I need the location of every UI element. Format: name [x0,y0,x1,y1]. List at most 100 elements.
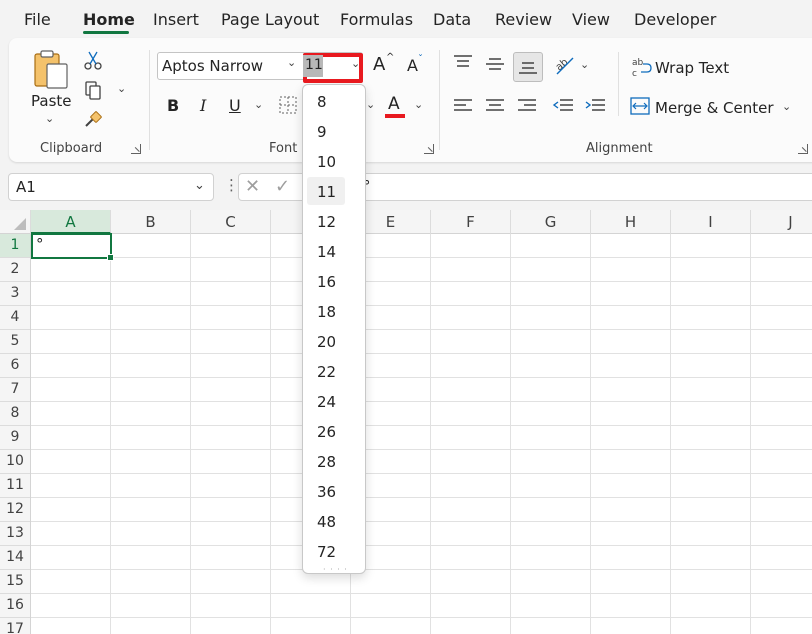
font-size-option-9[interactable]: 9 [307,117,345,145]
paste-label[interactable]: Paste [31,92,72,110]
merge-center-button[interactable]: Merge & Center [655,99,774,117]
tab-review[interactable]: Review [495,10,552,29]
row-header-13[interactable]: 13 [0,522,30,546]
format-painter-icon[interactable] [79,106,107,134]
tab-developer[interactable]: Developer [634,10,716,29]
merge-center-chevron-icon[interactable]: ⌄ [782,100,791,113]
row-header-9[interactable]: 9 [0,426,30,450]
confirm-entry-icon[interactable]: ✓ [275,176,290,197]
orientation-chevron-icon[interactable]: ⌄ [580,58,589,71]
tab-page-layout[interactable]: Page Layout [221,10,319,29]
resize-grip-icon[interactable]: · · · · [323,565,348,574]
align-left-icon[interactable] [453,98,473,114]
column-header-g[interactable]: G [511,210,591,234]
name-box-chevron-icon[interactable]: ⌄ [194,178,205,193]
align-right-icon[interactable] [517,98,537,114]
fill-color-chevron-icon[interactable]: ⌄ [366,98,375,111]
clipboard-launcher-icon[interactable] [131,144,141,154]
font-size-option-36[interactable]: 36 [307,477,345,505]
font-size-option-12[interactable]: 12 [307,207,345,235]
bold-button[interactable]: B [167,96,179,115]
align-bottom-icon[interactable] [513,52,543,82]
column-header-h[interactable]: H [591,210,671,234]
row-header-17[interactable]: 17 [0,618,30,634]
row-header-16[interactable]: 16 [0,594,30,618]
cells-area[interactable] [31,234,812,634]
cut-icon[interactable] [79,46,107,74]
paste-icon[interactable] [33,48,71,90]
tab-view[interactable]: View [572,10,610,29]
row-header-14[interactable]: 14 [0,546,30,570]
underline-chevron-icon[interactable]: ⌄ [254,98,263,111]
font-size-option-22[interactable]: 22 [307,357,345,385]
wrap-text-button[interactable]: Wrap Text [655,59,729,77]
font-size-option-20[interactable]: 20 [307,327,345,355]
paste-chevron-icon[interactable]: ⌄ [45,112,54,125]
decrease-indent-icon[interactable] [552,98,574,114]
column-header-a[interactable]: A [31,210,111,234]
merge-center-icon[interactable] [630,97,650,115]
tab-data[interactable]: Data [433,10,471,29]
font-color-button[interactable]: A [388,94,400,114]
font-size-option-11[interactable]: 11 [307,177,345,205]
row-header-12[interactable]: 12 [0,498,30,522]
italic-button[interactable]: I [200,96,206,115]
tab-insert[interactable]: Insert [153,10,199,29]
font-size-value[interactable]: 11 [303,55,323,77]
font-color-chevron-icon[interactable]: ⌄ [414,98,423,111]
cancel-entry-icon[interactable]: ✕ [245,176,260,197]
font-name-combo[interactable]: Aptos Narrow [157,52,307,80]
row-header-6[interactable]: 6 [0,354,30,378]
column-header-b[interactable]: B [111,210,191,234]
active-cell-a1[interactable]: ° [31,233,114,261]
select-all-corner[interactable] [0,210,31,234]
font-size-option-8[interactable]: 8 [307,87,345,115]
font-size-option-10[interactable]: 10 [307,147,345,175]
font-size-option-26[interactable]: 26 [307,417,345,445]
underline-button[interactable]: U [229,96,241,115]
clipboard-group-label: Clipboard [40,141,103,156]
tab-home[interactable]: Home [83,10,135,29]
increase-indent-icon[interactable] [584,98,606,114]
align-middle-icon[interactable] [485,56,505,72]
font-size-open-chevron-icon[interactable]: ⌄ [351,57,360,70]
row-header-11[interactable]: 11 [0,474,30,498]
increase-font-size-icon[interactable]: A [373,54,385,75]
font-size-option-14[interactable]: 14 [307,237,345,265]
row-header-5[interactable]: 5 [0,330,30,354]
row-header-3[interactable]: 3 [0,282,30,306]
wrap-text-icon[interactable]: ab c [631,56,653,79]
font-size-option-16[interactable]: 16 [307,267,345,295]
row-header-7[interactable]: 7 [0,378,30,402]
font-size-option-24[interactable]: 24 [307,387,345,415]
tab-file[interactable]: File [24,10,51,29]
column-header-i[interactable]: I [671,210,751,234]
row-header-2[interactable]: 2 [0,258,30,282]
font-size-option-18[interactable]: 18 [307,297,345,325]
row-header-8[interactable]: 8 [0,402,30,426]
decrease-font-size-icon[interactable]: A [407,56,418,75]
row-header-15[interactable]: 15 [0,570,30,594]
column-header-c[interactable]: C [191,210,271,234]
more-options-icon[interactable]: ⋮ [224,176,239,194]
font-group-label: Font [269,141,298,156]
font-name-chevron-icon[interactable]: ⌄ [287,56,296,69]
orientation-icon[interactable]: ab [553,54,575,76]
row-header-10[interactable]: 10 [0,450,30,474]
font-launcher-icon[interactable] [424,144,434,154]
tab-formulas[interactable]: Formulas [340,10,413,29]
borders-icon[interactable] [279,96,297,114]
font-size-option-28[interactable]: 28 [307,447,345,475]
align-top-icon[interactable] [453,54,473,70]
copy-chevron-icon[interactable]: ⌄ [117,82,126,95]
font-size-option-72[interactable]: 72 [307,537,345,565]
align-center-icon[interactable] [485,98,505,114]
font-size-option-48[interactable]: 48 [307,507,345,535]
copy-icon[interactable] [79,76,107,104]
row-header-1[interactable]: 1 [0,234,30,258]
name-box[interactable]: A1 [8,173,214,201]
column-header-f[interactable]: F [431,210,511,234]
alignment-launcher-icon[interactable] [798,144,808,154]
row-header-4[interactable]: 4 [0,306,30,330]
column-header-j[interactable]: J [751,210,812,234]
